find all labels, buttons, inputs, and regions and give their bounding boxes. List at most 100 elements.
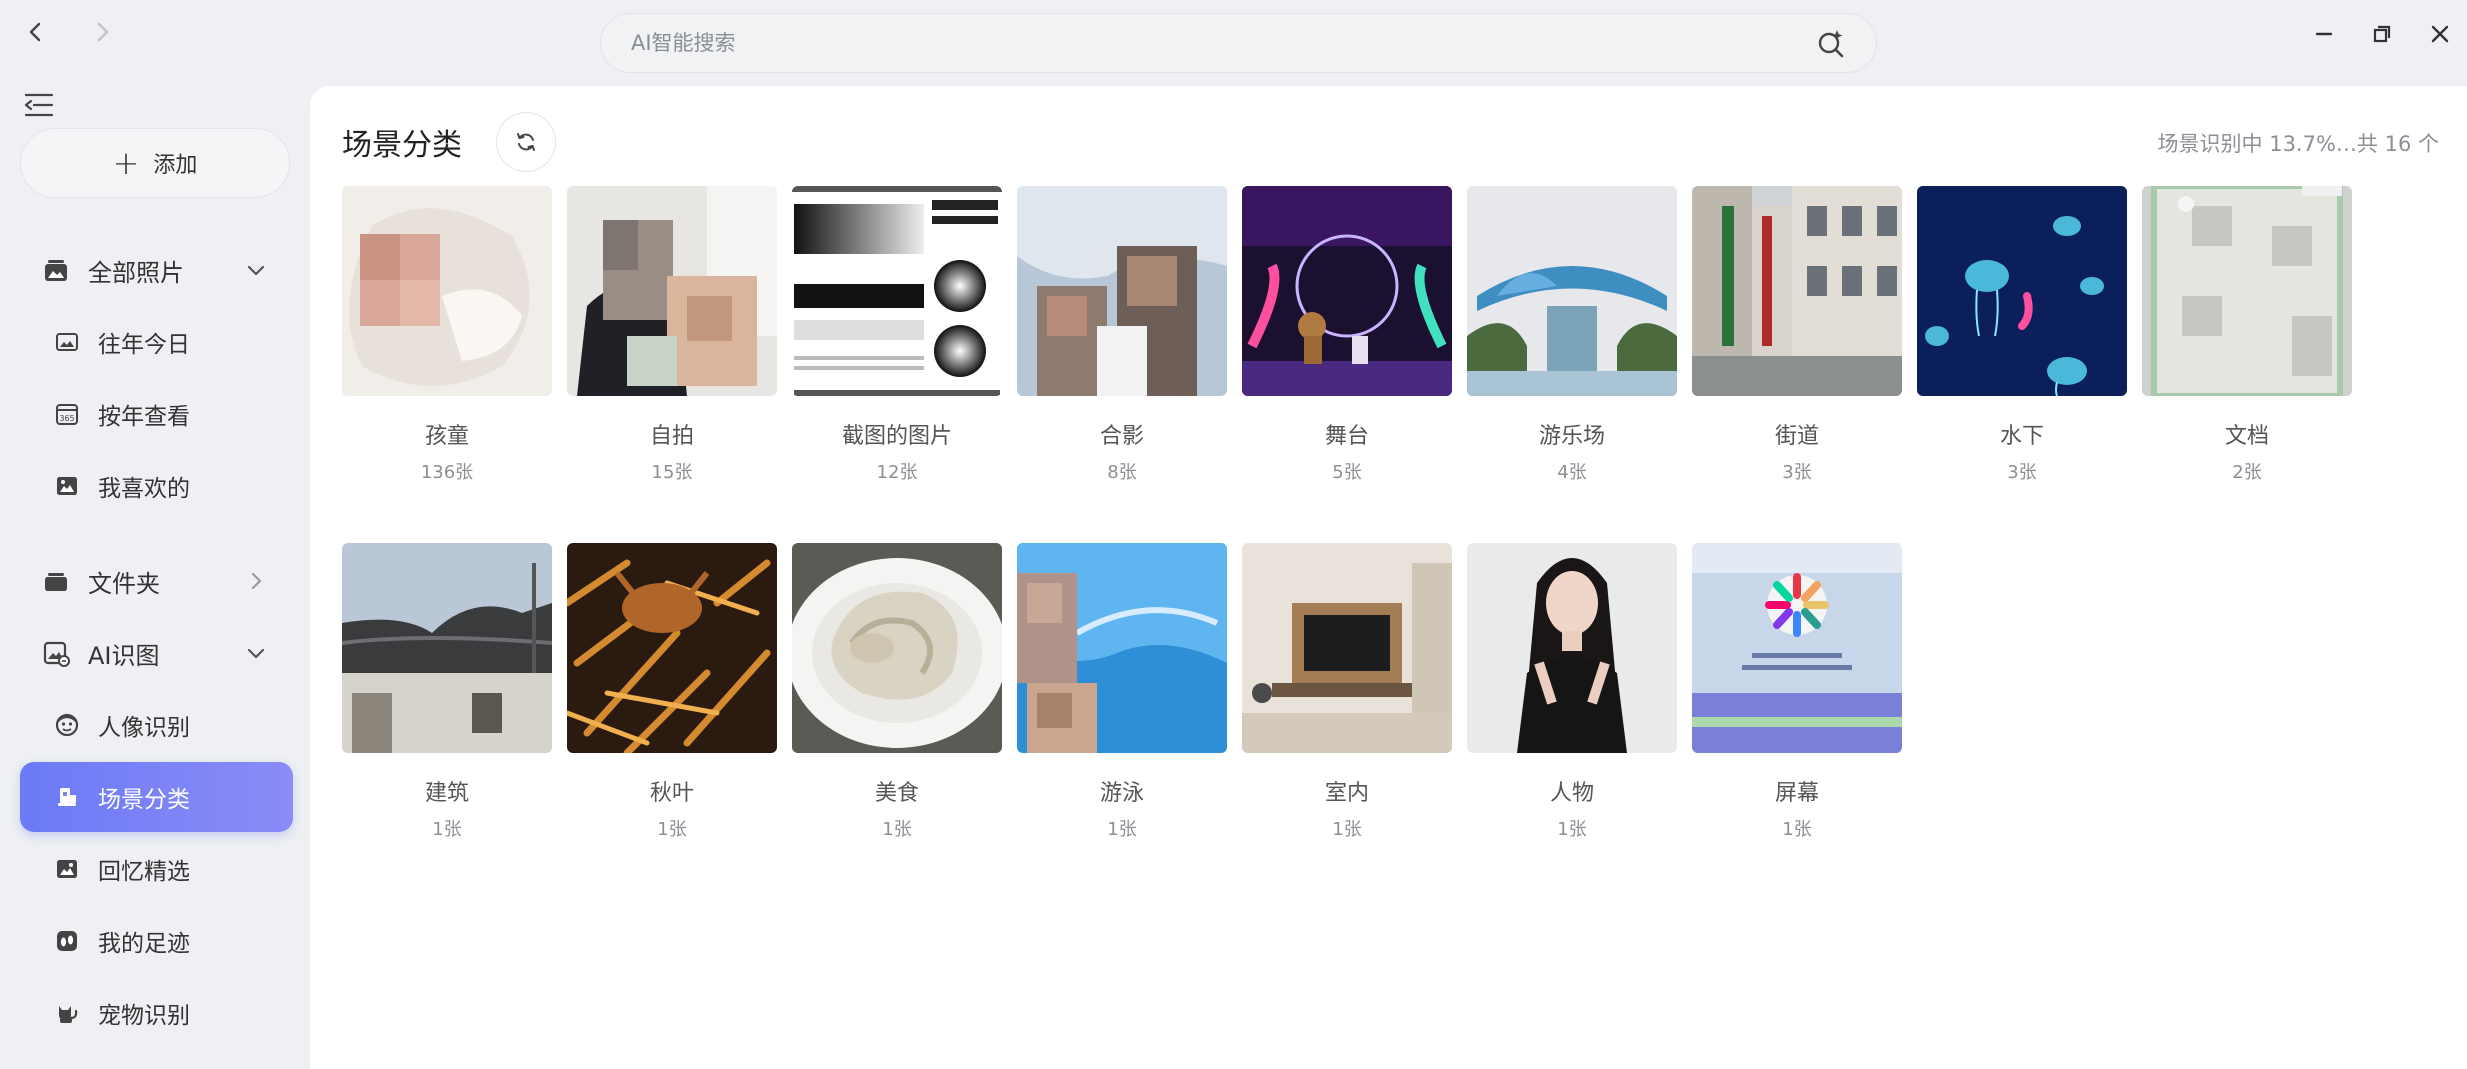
sidebar-item-label: 宠物识别 xyxy=(98,1003,190,1029)
sidebar-item-this-day[interactable]: 往年今日 xyxy=(20,307,293,377)
scene-card-amusement-park[interactable]: 游乐场 4张 xyxy=(1467,186,1677,484)
scene-name: 建筑 xyxy=(424,781,469,806)
scene-name: 文档 xyxy=(2224,424,2269,449)
sidebar-item-label: 按年查看 xyxy=(98,404,190,430)
scene-count: 15张 xyxy=(651,462,693,483)
scene-thumbnail xyxy=(342,186,552,396)
scene-name: 街道 xyxy=(1774,424,1819,449)
sidebar: + 添加 全部照片 往年今日 365 按年查看 我喜欢的 文件夹 AI识图 人像… xyxy=(0,76,310,1069)
ai-sparkle-search-icon[interactable] xyxy=(1816,28,1846,58)
sidebar-item-footprints[interactable]: 我的足迹 xyxy=(20,906,293,976)
scene-icon xyxy=(54,784,80,810)
scene-card-autumn-leaves[interactable]: 秋叶 1张 xyxy=(567,543,777,841)
scene-card-children[interactable]: 孩童 136张 xyxy=(342,186,552,484)
main-content: 场景分类 场景识别中 13.7%…共 16 个 孩童 136张 自拍 15张 截… xyxy=(310,86,2467,1069)
chevron-right-icon xyxy=(97,22,109,42)
scene-count: 1张 xyxy=(432,819,462,840)
recognition-status: 场景识别中 13.7%…共 16 个 xyxy=(2157,132,2439,156)
scene-count: 3张 xyxy=(2007,462,2037,483)
scene-thumbnail xyxy=(567,543,777,753)
sidebar-item-label: 回忆精选 xyxy=(98,859,190,885)
sidebar-item-label: 我喜欢的 xyxy=(98,476,190,502)
sidebar-item-by-year[interactable]: 365 按年查看 xyxy=(20,379,293,449)
calendar-365-icon: 365 xyxy=(54,401,80,427)
folder-stack-icon xyxy=(42,567,70,595)
scene-count: 2张 xyxy=(2232,462,2262,483)
scene-count: 136张 xyxy=(420,462,474,483)
scene-card-stage[interactable]: 舞台 5张 xyxy=(1242,186,1452,484)
scene-card-underwater[interactable]: 水下 3张 xyxy=(1917,186,2127,484)
minimize-button[interactable] xyxy=(2300,10,2348,58)
sidebar-item-label: 全部照片 xyxy=(88,258,184,287)
scene-name: 美食 xyxy=(874,781,919,806)
back-button[interactable] xyxy=(12,8,60,56)
scene-name: 自拍 xyxy=(649,424,694,449)
scene-thumbnail xyxy=(567,186,777,396)
scene-card-food[interactable]: 美食 1张 xyxy=(792,543,1002,841)
memories-image-icon xyxy=(54,856,80,882)
collapse-sidebar-button[interactable] xyxy=(20,86,58,124)
sidebar-item-face[interactable]: 人像识别 xyxy=(20,690,293,760)
scene-name: 合影 xyxy=(1099,424,1144,449)
sidebar-item-memories[interactable]: 回忆精选 xyxy=(20,834,293,904)
scene-card-people[interactable]: 人物 1张 xyxy=(1467,543,1677,841)
scene-count: 1张 xyxy=(882,819,912,840)
sidebar-item-label: AI识图 xyxy=(88,641,160,670)
scene-thumbnail xyxy=(1692,543,1902,753)
scene-thumbnail xyxy=(1242,543,1452,753)
page-title: 场景分类 xyxy=(342,128,462,163)
scene-count: 4张 xyxy=(1557,462,1587,483)
forward-button[interactable] xyxy=(78,8,126,56)
scene-card-group-photo[interactable]: 合影 8张 xyxy=(1017,186,1227,484)
scene-thumbnail xyxy=(342,543,552,753)
scene-name: 人物 xyxy=(1549,781,1594,806)
scene-card-swimming[interactable]: 游泳 1张 xyxy=(1017,543,1227,841)
collapse-menu-icon xyxy=(24,93,54,117)
scene-thumbnail xyxy=(1917,186,2127,396)
scene-card-document[interactable]: 文档 2张 xyxy=(2142,186,2352,484)
search-bar[interactable] xyxy=(600,13,1877,73)
sidebar-item-label: 往年今日 xyxy=(98,332,190,358)
scene-count: 1张 xyxy=(1557,819,1587,840)
refresh-button[interactable] xyxy=(496,112,556,172)
scene-name: 舞台 xyxy=(1324,424,1369,449)
sidebar-item-favorites[interactable]: 我喜欢的 xyxy=(20,451,293,521)
scene-thumbnail xyxy=(792,543,1002,753)
scene-name: 秋叶 xyxy=(649,781,694,806)
scene-thumbnail xyxy=(1017,543,1227,753)
footprints-icon xyxy=(54,928,80,954)
scene-name: 水下 xyxy=(1999,424,2044,449)
sidebar-item-pets[interactable]: 宠物识别 xyxy=(20,978,293,1048)
scene-count: 8张 xyxy=(1107,462,1137,483)
scene-card-indoor[interactable]: 室内 1张 xyxy=(1242,543,1452,841)
scene-thumbnail xyxy=(1692,186,1902,396)
svg-text:365: 365 xyxy=(59,414,74,423)
maximize-button[interactable] xyxy=(2358,10,2406,58)
face-icon xyxy=(54,712,80,738)
scene-count: 3张 xyxy=(1782,462,1812,483)
add-button[interactable]: + 添加 xyxy=(20,128,290,198)
scene-count: 1张 xyxy=(1107,819,1137,840)
scene-card-selfie[interactable]: 自拍 15张 xyxy=(567,186,777,484)
scene-count: 5张 xyxy=(1332,462,1362,483)
chevron-left-icon xyxy=(29,22,41,42)
sidebar-item-ai-recognition[interactable]: AI识图 xyxy=(20,618,293,688)
sidebar-item-label: 场景分类 xyxy=(98,787,190,813)
maximize-icon xyxy=(2373,25,2391,43)
scene-card-screenshots[interactable]: 截图的图片 12张 xyxy=(792,186,1002,484)
sidebar-item-scene[interactable]: 场景分类 xyxy=(20,762,293,832)
search-input[interactable] xyxy=(631,31,1816,55)
scene-name: 室内 xyxy=(1324,781,1369,806)
close-icon xyxy=(2431,25,2449,43)
scene-name: 游乐场 xyxy=(1538,424,1605,449)
sidebar-item-all-photos[interactable]: 全部照片 xyxy=(20,235,293,305)
scene-card-screen[interactable]: 屏幕 1张 xyxy=(1692,543,1902,841)
scene-count: 1张 xyxy=(657,819,687,840)
scene-card-architecture[interactable]: 建筑 1张 xyxy=(342,543,552,841)
close-button[interactable] xyxy=(2416,10,2464,58)
scene-name: 截图的图片 xyxy=(841,424,952,449)
sidebar-item-folders[interactable]: 文件夹 xyxy=(20,546,293,616)
scene-card-street[interactable]: 街道 3张 xyxy=(1692,186,1902,484)
sidebar-item-label: 人像识别 xyxy=(98,715,190,741)
scene-count: 1张 xyxy=(1332,819,1362,840)
